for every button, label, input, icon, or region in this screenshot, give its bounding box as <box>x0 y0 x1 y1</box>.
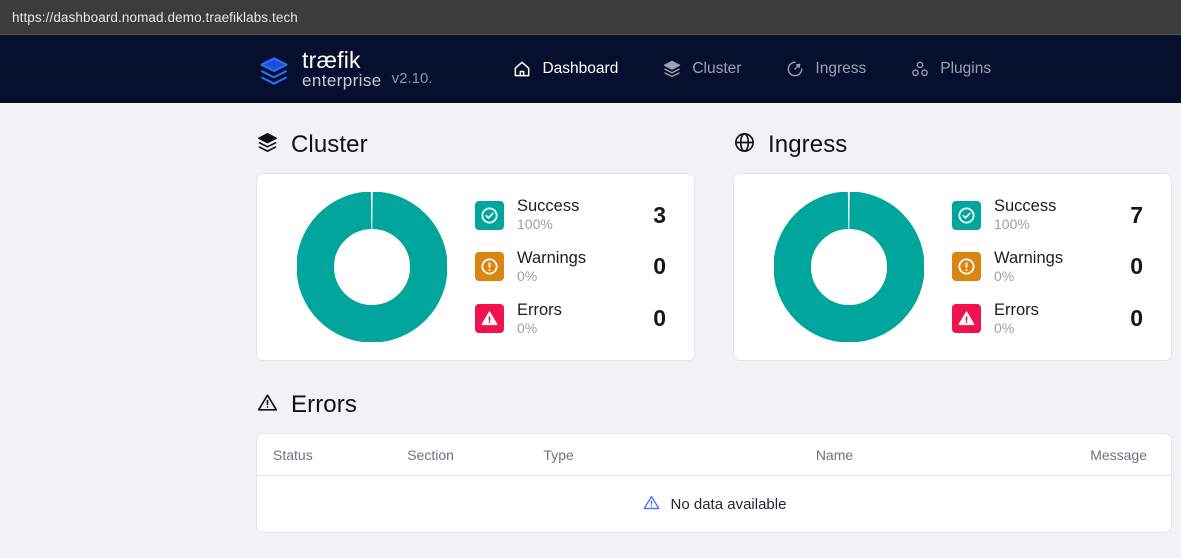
traefik-logo-icon <box>256 53 292 89</box>
empty-state-text: No data available <box>670 495 787 513</box>
blocks-icon <box>910 59 930 79</box>
brand-line-2: enterprise <box>302 71 382 90</box>
stat-percent: 100% <box>994 216 1030 233</box>
globe-icon <box>733 131 756 159</box>
warning-triangle-icon <box>256 391 279 419</box>
ingress-stats: Success 100% 7 Warnings 0% 0 Errors 0% 0 <box>924 197 1161 337</box>
stat-label: Warnings <box>517 249 587 267</box>
stat-value: 0 <box>653 305 666 332</box>
column-header-section[interactable]: Section <box>407 447 543 463</box>
nav-label-plugins: Plugins <box>940 60 992 77</box>
column-header-message[interactable]: Message <box>1090 447 1155 463</box>
ingress-stat-success: Success 100% 7 <box>952 197 1153 233</box>
browser-url-bar[interactable]: https://dashboard.nomad.demo.traefiklabs… <box>0 0 1181 35</box>
url-text[interactable]: https://dashboard.nomad.demo.traefiklabs… <box>12 10 298 25</box>
column-header-name[interactable]: Name <box>816 447 1090 463</box>
stat-label: Errors <box>517 300 562 319</box>
stat-percent: 0% <box>994 320 1015 337</box>
brand-line-1: træfik <box>302 47 361 73</box>
warning-triangle-icon <box>642 493 661 516</box>
page-content: Cluster Ingress Success 100% 3 Warnings … <box>0 103 1181 533</box>
column-header-type[interactable]: Type <box>543 447 815 463</box>
cluster-stat-errors: Errors 0% 0 <box>475 301 676 337</box>
stat-value: 0 <box>1130 253 1143 280</box>
section-title-ingress: Ingress <box>768 131 848 158</box>
stat-percent: 100% <box>517 216 553 233</box>
gauge-icon <box>785 59 805 79</box>
stat-value: 7 <box>1130 201 1143 228</box>
empty-state: No data available <box>642 493 787 516</box>
stat-percent: 0% <box>517 268 538 285</box>
errors-table-header: Status Section Type Name Message <box>257 434 1171 476</box>
stat-label: Success <box>994 197 1057 216</box>
stat-value: 0 <box>653 253 666 280</box>
warning-triangle-icon <box>475 304 504 334</box>
ingress-stat-errors: Errors 0% 0 <box>952 301 1153 337</box>
nav-item-plugins[interactable]: Plugins <box>888 35 1013 103</box>
top-navigation-bar: træfik enterprise v2.10. Dashboard Clust… <box>0 35 1181 103</box>
cluster-card: Success 100% 3 Warnings 0% 0 Errors 0% 0 <box>256 173 695 361</box>
exclamation-circle-icon <box>475 252 504 282</box>
ingress-card: Success 100% 7 Warnings 0% 0 Errors 0% 0 <box>733 173 1172 361</box>
stat-label: Errors <box>994 300 1039 319</box>
errors-table-body: No data available <box>257 476 1171 532</box>
nav-label-ingress: Ingress <box>815 60 867 77</box>
nav-label-cluster: Cluster <box>692 60 742 77</box>
nav-label-dashboard: Dashboard <box>542 60 619 77</box>
cluster-stat-success: Success 100% 3 <box>475 197 676 233</box>
layers-icon <box>256 131 279 159</box>
stat-label: Warnings <box>994 249 1064 267</box>
section-header-ingress: Ingress <box>733 131 1172 159</box>
cluster-stat-warnings: Warnings 0% 0 <box>475 249 676 285</box>
brand-logo[interactable]: træfik enterprise v2.10. <box>256 49 432 89</box>
nav-item-dashboard[interactable]: Dashboard <box>490 35 640 103</box>
stat-value: 3 <box>653 201 666 228</box>
ingress-donut-chart <box>773 191 925 343</box>
summary-cards: Success 100% 3 Warnings 0% 0 Errors 0% 0… <box>256 173 1181 361</box>
section-title-cluster: Cluster <box>291 131 368 158</box>
nav-item-cluster[interactable]: Cluster <box>640 35 763 103</box>
check-circle-icon <box>952 200 981 230</box>
errors-table: Status Section Type Name Message No data… <box>256 433 1172 533</box>
cluster-stats: Success 100% 3 Warnings 0% 0 Errors 0% 0 <box>447 197 684 337</box>
cluster-donut-chart <box>296 191 448 343</box>
section-header-errors: Errors <box>256 391 1181 419</box>
exclamation-circle-icon <box>952 252 981 282</box>
stat-label: Success <box>517 197 580 216</box>
brand-wordmark: træfik enterprise <box>302 47 382 90</box>
stat-percent: 0% <box>517 320 538 337</box>
version-label: v2.10. <box>391 70 433 87</box>
layers-icon <box>662 59 682 79</box>
column-header-status[interactable]: Status <box>273 447 407 463</box>
home-icon <box>512 59 532 79</box>
section-title-errors: Errors <box>291 391 357 418</box>
ingress-stat-warnings: Warnings 0% 0 <box>952 249 1153 285</box>
nav-items: Dashboard Cluster Ingress Plugins <box>490 35 1013 103</box>
check-circle-icon <box>475 200 504 230</box>
stat-value: 0 <box>1130 305 1143 332</box>
stat-percent: 0% <box>994 268 1015 285</box>
nav-item-ingress[interactable]: Ingress <box>763 35 888 103</box>
warning-triangle-icon <box>952 304 981 334</box>
section-header-cluster: Cluster <box>256 131 695 159</box>
